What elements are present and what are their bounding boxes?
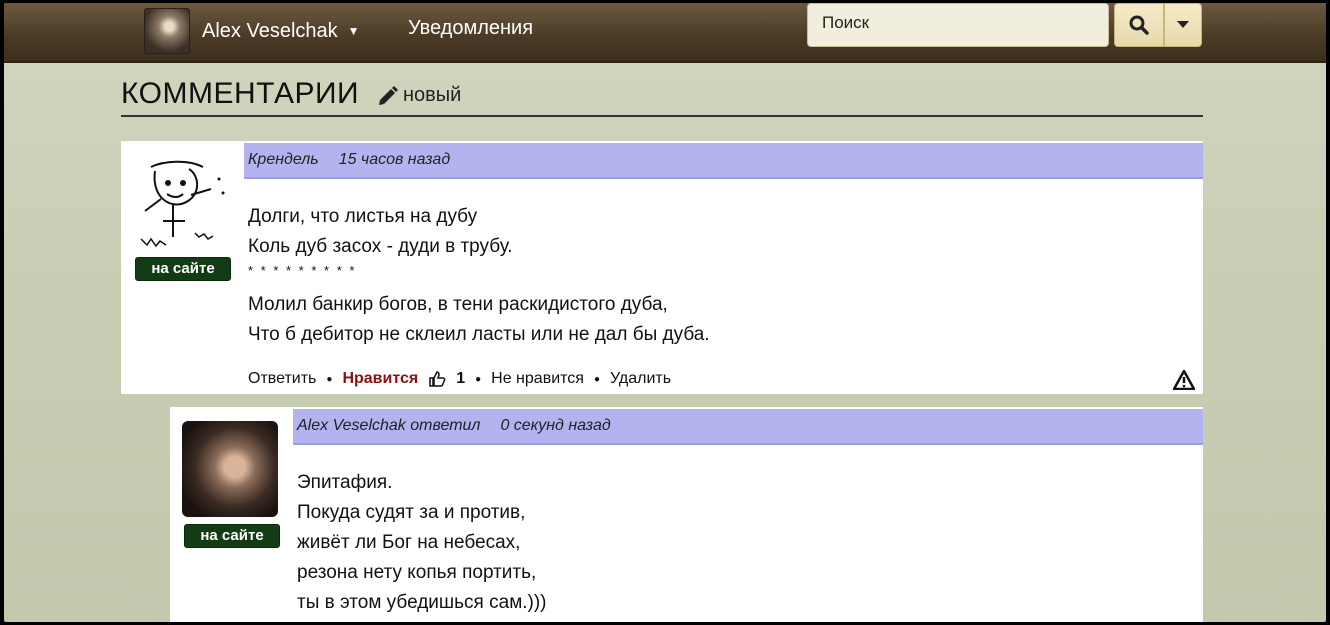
comment: на сайте Крендель 15 часов назад Долги, … [121,141,1203,394]
reply-link[interactable]: Ответить [248,370,316,388]
search-icon [1129,15,1149,35]
caret-down-icon: ▼ [347,24,360,38]
comment-line: Долги, что листья на дубу [248,206,478,227]
comment-line: Коль дуб засох - дуди в трубу. [248,236,513,257]
page-header: КОММЕНТАРИИ новый [121,73,1203,117]
new-comment-link[interactable]: новый [377,84,461,107]
comment-author[interactable]: Alex Veselchak ответил [297,417,480,435]
new-label: новый [403,84,462,106]
page-frame: Alex Veselchak ▼ Уведомления КОММЕНТАРИИ [4,3,1326,622]
online-badge: на сайте [135,257,231,281]
comment-line: живёт ли Бог на небесах, [297,532,521,553]
comment-avatar-column: на сайте [170,407,293,622]
search-options-button[interactable] [1164,3,1202,47]
pencil-icon [379,85,398,105]
dislike-link[interactable]: Не нравится [491,370,584,388]
report-button[interactable] [1172,369,1196,395]
user-avatar [144,8,190,54]
comment-body: Долги, что листья на дубу Коль дуб засох… [248,202,710,350]
comment-header: Alex Veselchak ответил 0 секунд назад [293,409,1203,445]
search-button[interactable] [1114,3,1164,47]
comment-line: ты в этом убедишься сам.))) [297,592,547,613]
comment-header: Крендель 15 часов назад [244,143,1203,179]
comment-separator: * * * * * * * * * [248,263,357,278]
chevron-down-icon [1177,21,1189,28]
page-title: КОММЕНТАРИИ [121,77,360,110]
username-label: Alex Veselchak [202,19,338,42]
search-box [807,3,1109,47]
comment-body: Эпитафия. Покуда судят за и против, живё… [297,468,547,618]
warning-icon [1172,369,1196,391]
comment-avatar-column: на сайте [121,141,244,394]
comment-time[interactable]: 15 часов назад [339,151,450,169]
comment-author[interactable]: Крендель [248,151,319,169]
search-input[interactable] [808,4,1106,42]
separator-dot: ● [593,373,600,385]
top-navbar: Alex Veselchak ▼ Уведомления [4,3,1326,63]
comment-reply: на сайте Alex Veselchak ответил 0 секунд… [170,407,1203,622]
comment-actions: Ответить ● Нравится 1 ● Не нравится ● Уд… [248,370,671,388]
like-link[interactable]: Нравится [342,370,418,388]
user-avatar[interactable] [182,421,278,517]
user-avatar[interactable] [133,149,233,255]
separator-dot: ● [326,373,333,385]
stick-figure-avatar [140,160,225,248]
delete-link[interactable]: Удалить [610,370,671,388]
comment-time[interactable]: 0 секунд назад [500,417,610,435]
separator-dot: ● [475,373,482,385]
notifications-link[interactable]: Уведомления [408,17,533,40]
comment-line: Молил банкир богов, в тени раскидистого … [248,294,668,315]
comment-line: резона нету копья портить, [297,562,537,583]
thumbs-up-icon[interactable] [428,370,446,388]
comment-line: Эпитафия. [297,472,393,493]
comment-line: Покуда судят за и против, [297,502,526,523]
online-badge: на сайте [184,524,280,548]
comment-line: Что б дебитор не склеил ласты или не дал… [248,324,710,345]
like-count: 1 [456,370,466,387]
user-menu[interactable]: Alex Veselchak ▼ [144,7,360,55]
